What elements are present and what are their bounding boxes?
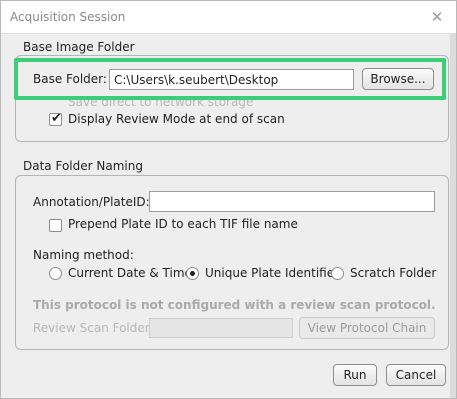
browse-button[interactable]: Browse... bbox=[362, 68, 434, 90]
acquisition-session-dialog: Acquisition Session ✕ Base Image Folder … bbox=[0, 0, 457, 399]
cancel-button[interactable]: Cancel bbox=[386, 364, 446, 386]
title-bar: Acquisition Session ✕ bbox=[1, 1, 456, 34]
naming-method-label: Naming method: bbox=[33, 248, 134, 262]
display-review-checkbox[interactable]: ✔ bbox=[49, 111, 62, 126]
view-protocol-chain-button: View Protocol Chain bbox=[299, 317, 435, 339]
data-folder-naming-heading: Data Folder Naming bbox=[23, 159, 143, 173]
base-folder-input[interactable] bbox=[109, 69, 354, 90]
window-edge bbox=[450, 1, 456, 398]
review-scan-folder-label: Review Scan Folder: bbox=[33, 321, 154, 335]
prepend-plate-id-label: Prepend Plate ID to each TIF file name bbox=[68, 217, 298, 231]
radio-scratch-folder[interactable] bbox=[331, 267, 344, 280]
run-button[interactable]: Run bbox=[333, 364, 377, 386]
annotation-input[interactable] bbox=[149, 191, 435, 212]
review-scan-folder-input bbox=[149, 318, 293, 338]
annotation-label: Annotation/PlateID: bbox=[33, 195, 150, 209]
radio-current-date-time[interactable] bbox=[49, 267, 62, 280]
base-image-folder-heading: Base Image Folder bbox=[23, 40, 135, 54]
radio-selected-dot bbox=[190, 271, 195, 276]
prepend-plate-id-checkbox[interactable] bbox=[49, 219, 62, 232]
unique-plate-identifier-label: Unique Plate Identifier bbox=[205, 266, 340, 280]
checkmark-icon: ✔ bbox=[51, 111, 62, 126]
display-review-label: Display Review Mode at end of scan bbox=[68, 112, 285, 126]
window-title: Acquisition Session bbox=[10, 10, 126, 24]
base-folder-label: Base Folder: bbox=[33, 72, 107, 86]
close-icon[interactable]: ✕ bbox=[426, 6, 448, 28]
base-folder-highlight: Base Folder: Browse... bbox=[14, 58, 446, 100]
current-date-time-label: Current Date & Time bbox=[68, 266, 192, 280]
radio-unique-plate-identifier[interactable] bbox=[186, 267, 199, 280]
no-review-protocol-warning: This protocol is not configured with a r… bbox=[33, 298, 436, 312]
scratch-folder-label: Scratch Folder bbox=[350, 266, 437, 280]
